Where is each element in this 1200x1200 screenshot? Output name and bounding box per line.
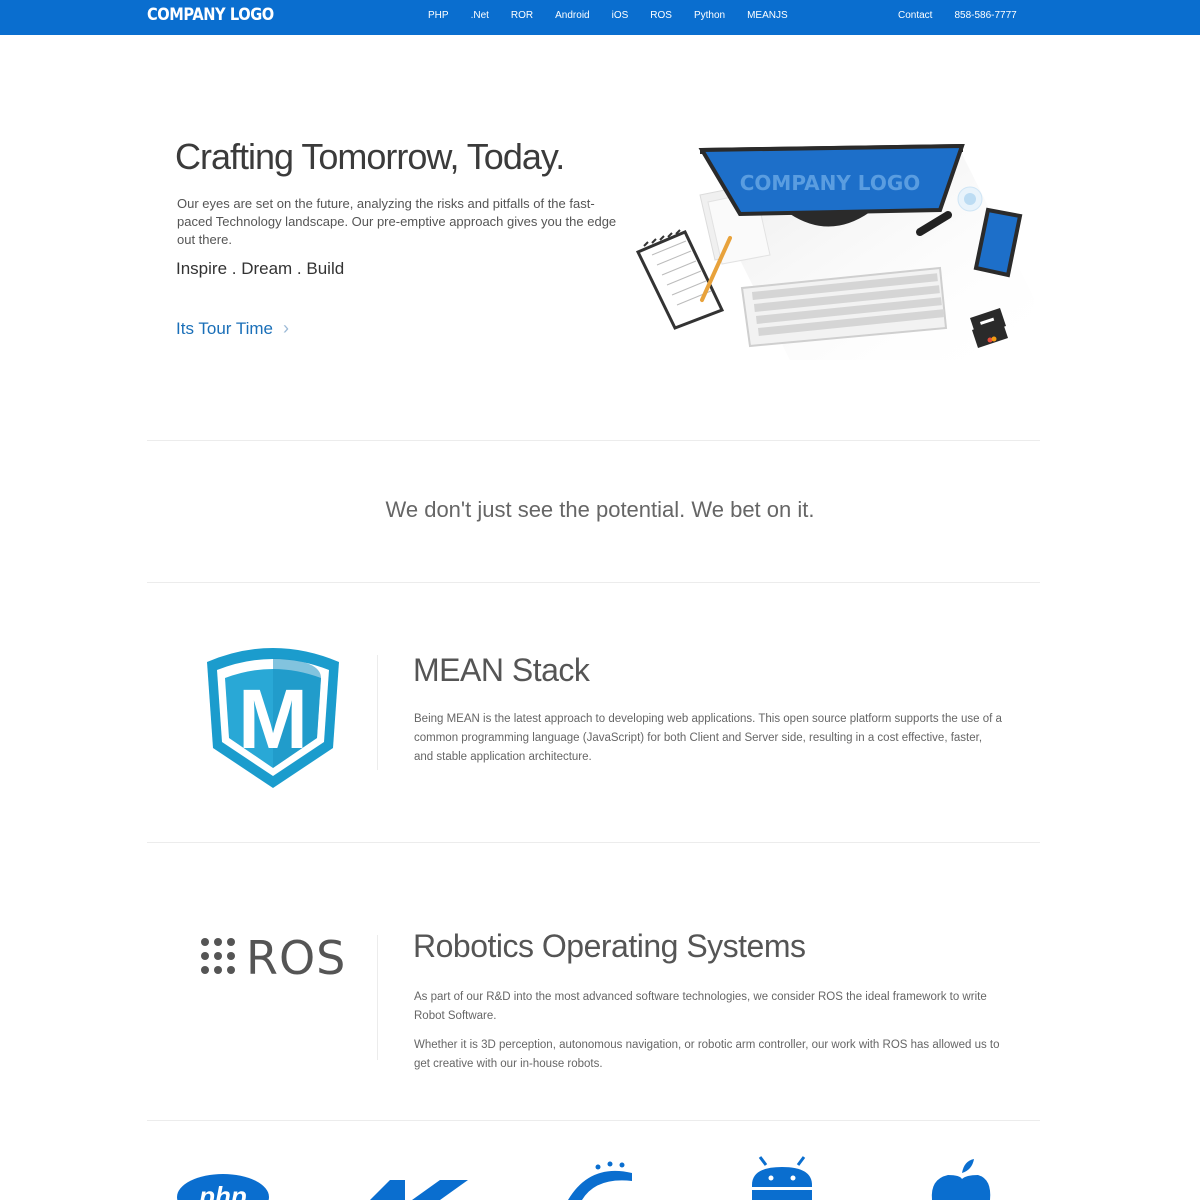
php-icon: php	[177, 1174, 269, 1200]
mean-stack-logo: M	[207, 648, 339, 788]
company-logo[interactable]: COMPANY LOGO	[147, 5, 274, 25]
tour-link[interactable]: Its Tour Time ›	[176, 318, 289, 339]
mean-logo-letter: M	[238, 672, 308, 766]
tour-link-label: Its Tour Time	[176, 318, 273, 338]
slogan-heading: We don't just see the potential. We bet …	[385, 497, 815, 522]
nav-link-ios[interactable]: iOS	[612, 10, 629, 21]
nav-link-android[interactable]: Android	[555, 10, 589, 21]
hero-description: Our eyes are set on the future, analyzin…	[177, 196, 617, 247]
nav-link-contact[interactable]: Contact	[898, 10, 932, 21]
android-icon	[752, 1156, 812, 1200]
section-divider	[147, 582, 1040, 583]
ros-paragraph: As part of our R&D into the most advance…	[414, 991, 987, 1022]
section-divider	[147, 1120, 1040, 1121]
monitor-screen-logo: COMPANY LOGO	[740, 171, 921, 195]
desk-illustration: COMPANY LOGO	[635, 143, 1035, 360]
nav-link-dotnet[interactable]: .Net	[471, 10, 489, 21]
top-navbar: COMPANY LOGO PHP .Net ROR Android iOS RO…	[0, 0, 1200, 35]
nav-link-ror[interactable]: ROR	[511, 10, 533, 21]
php-icon-label: php	[198, 1181, 247, 1200]
ros-logo-text: ROS	[246, 931, 346, 982]
ros-title: Robotics Operating Systems	[413, 928, 806, 964]
technology-icons-row: php	[177, 1156, 991, 1200]
nav-link-ros[interactable]: ROS	[650, 10, 672, 21]
mean-stack-description: Being MEAN is the latest approach to dev…	[414, 713, 1002, 763]
section-divider	[147, 440, 1040, 441]
nav-link-python[interactable]: Python	[694, 10, 725, 21]
nav-phone-link[interactable]: 858-586-7777	[954, 10, 1016, 21]
ros-paragraph: Whether it is 3D perception, autonomous …	[414, 1039, 1000, 1070]
main-nav: PHP .Net ROR Android iOS ROS Python MEAN…	[428, 10, 810, 21]
hero-title: Crafting Tomorrow, Today.	[175, 136, 565, 177]
mean-stack-title: MEAN Stack	[413, 652, 590, 688]
ros-logo: ROS	[201, 931, 346, 982]
section-divider	[147, 842, 1040, 843]
nav-link-php[interactable]: PHP	[428, 10, 449, 21]
nav-link-meanjs[interactable]: MEANJS	[747, 10, 788, 21]
hero-tagline: Inspire . Dream . Build	[176, 259, 345, 278]
vertical-rule	[377, 935, 378, 1060]
chevron-right-icon: ›	[283, 318, 289, 338]
dotnet-icon	[370, 1180, 468, 1200]
rails-icon	[568, 1161, 632, 1200]
vertical-rule	[377, 655, 378, 770]
apple-icon	[931, 1159, 991, 1200]
ros-description: As part of our R&D into the most advance…	[414, 988, 1004, 1074]
nav-contact-area: Contact 858-586-7777	[898, 10, 1039, 21]
